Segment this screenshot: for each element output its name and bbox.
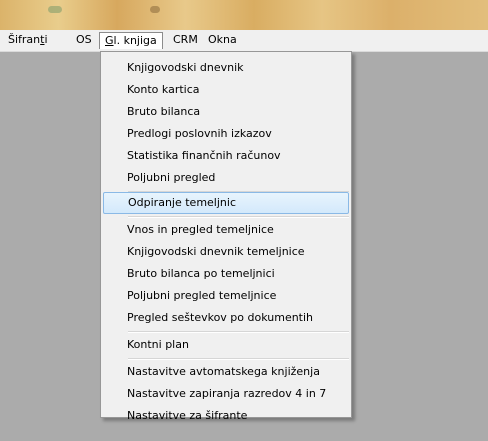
menu-item-nastavitve-za-sifrante[interactable]: Nastavitve za šifrante — [103, 405, 349, 427]
menu-item-predlogi-poslovnih-izkazov[interactable]: Predlogi poslovnih izkazov — [103, 123, 349, 145]
menu-item-knjigovodski-dnevnik-temeljnice[interactable]: Knjigovodski dnevnik temeljnice — [103, 241, 349, 263]
menu-item-bruto-bilanca[interactable]: Bruto bilanca — [103, 101, 349, 123]
menu-item-pregled-sestevkov-po-dokumentih[interactable]: Pregled seštevkov po dokumentih — [103, 307, 349, 329]
menu-item-nastavitve-avtomatskega-knjizenja[interactable]: Nastavitve avtomatskega knjiženja — [103, 361, 349, 383]
menu-sifranti[interactable]: Šifranti — [3, 32, 53, 49]
menu-item-bruto-bilanca-po-temeljnici[interactable]: Bruto bilanca po temeljnici — [103, 263, 349, 285]
menu-crm[interactable]: CRM — [168, 32, 203, 49]
menu-separator — [128, 358, 349, 360]
menu-item-poljubni-pregled-temeljnice[interactable]: Poljubni pregled temeljnice — [103, 285, 349, 307]
titlebar-decoration — [48, 6, 62, 13]
menu-item-kontni-plan[interactable]: Kontni plan — [103, 334, 349, 356]
menu-item-knjigovodski-dnevnik[interactable]: Knjigovodski dnevnik — [103, 57, 349, 79]
window-titlebar — [0, 0, 488, 30]
menu-okna[interactable]: Okna — [203, 32, 242, 49]
menu-bar: Šifranti OS Gl. knjiga CRM Okna — [0, 30, 488, 52]
menu-item-odpiranje-temeljnic[interactable]: Odpiranje temeljnic — [103, 192, 349, 214]
menu-separator — [128, 331, 349, 333]
gl-knjiga-dropdown: Knjigovodski dnevnik Konto kartica Bruto… — [100, 51, 352, 422]
menu-os[interactable]: OS — [71, 32, 97, 49]
menu-item-statistika-financnih-racunov[interactable]: Statistika finančnih računov — [103, 145, 349, 167]
menu-item-poljubni-pregled[interactable]: Poljubni pregled — [103, 167, 349, 189]
menu-separator — [128, 216, 349, 218]
titlebar-decoration — [150, 6, 160, 13]
menu-item-konto-kartica[interactable]: Konto kartica — [103, 79, 349, 101]
menu-item-nastavitve-zapiranja-razredov[interactable]: Nastavitve zapiranja razredov 4 in 7 — [103, 383, 349, 405]
menu-item-vnos-in-pregled-temeljnice[interactable]: Vnos in pregled temeljnice — [103, 219, 349, 241]
menu-gl-knjiga[interactable]: Gl. knjiga — [99, 32, 163, 49]
